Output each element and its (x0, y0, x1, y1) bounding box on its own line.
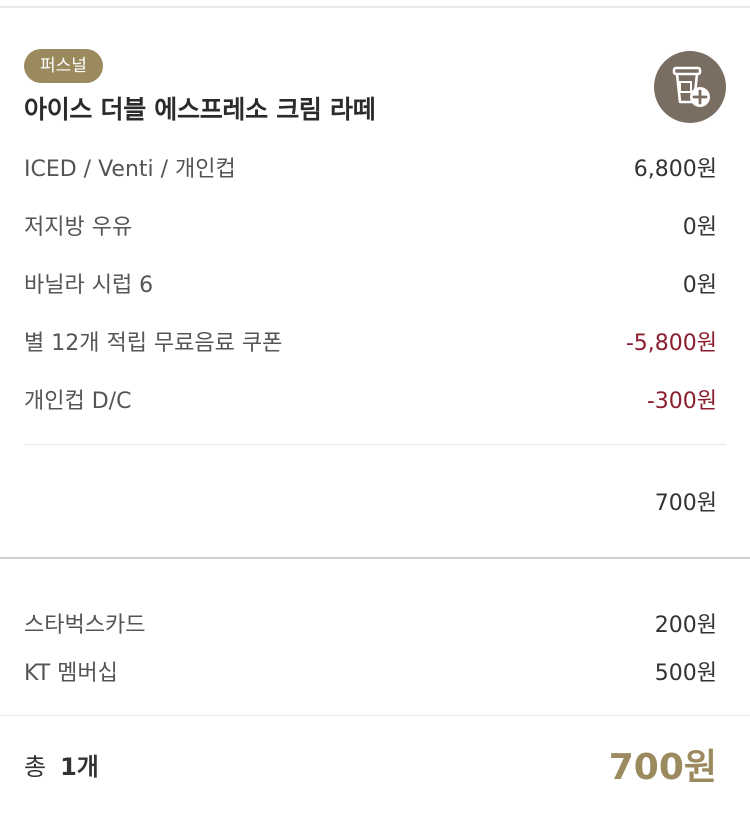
total-text: 총 (24, 752, 47, 781)
subtotal-amount: 700원 (654, 491, 717, 516)
total-row: 총 1개 700원 (0, 716, 750, 812)
option-list: ICED / Venti / 개인컵 6,800원 저지방 우유 0원 바닐라 … (0, 138, 750, 428)
payment-row: KT 멤버십 500원 (24, 647, 717, 695)
option-row: 별 12개 적립 무료음료 쿠폰 -5,800원 (24, 312, 717, 370)
total-count: 1개 (60, 752, 99, 781)
payment-label: 스타벅스카드 (24, 613, 146, 638)
option-label: 별 12개 적립 무료음료 쿠폰 (24, 331, 283, 356)
option-row: ICED / Venti / 개인컵 6,800원 (24, 138, 717, 196)
cup-add-icon (672, 66, 710, 107)
order-summary-page: 퍼스널 아이스 더블 에스프레소 크림 라떼 ICED / Venti / 개인… (0, 0, 750, 824)
option-price: 6,800원 (633, 157, 717, 182)
payment-price: 200원 (654, 613, 717, 638)
payment-label: KT 멤버십 (24, 661, 118, 686)
discount-price: -5,800원 (625, 331, 717, 356)
discount-price: -300원 (646, 389, 717, 414)
option-label: ICED / Venti / 개인컵 (24, 157, 236, 182)
option-label: 개인컵 D/C (24, 389, 132, 414)
option-label: 저지방 우유 (24, 215, 133, 240)
item-subtotal: 700원 (0, 445, 750, 557)
option-price: 0원 (682, 273, 717, 298)
personal-badge: 퍼스널 (24, 49, 103, 83)
order-item: 퍼스널 아이스 더블 에스프레소 크림 라떼 (0, 8, 750, 126)
option-row: 저지방 우유 0원 (24, 196, 717, 254)
option-row: 바닐라 시럽 6 0원 (24, 254, 717, 312)
top-divider (0, 0, 750, 8)
option-label: 바닐라 시럽 6 (24, 273, 154, 298)
option-price: 0원 (682, 215, 717, 240)
personal-cup-button[interactable] (654, 51, 726, 123)
total-label: 총 1개 (24, 747, 99, 782)
payment-row: 스타벅스카드 200원 (24, 599, 717, 647)
option-row: 개인컵 D/C -300원 (24, 370, 717, 428)
payment-list: 스타벅스카드 200원 KT 멤버십 500원 (0, 559, 750, 695)
item-name: 아이스 더블 에스프레소 크림 라떼 (24, 95, 376, 124)
payment-price: 500원 (654, 661, 717, 686)
total-amount: 700원 (608, 747, 717, 788)
